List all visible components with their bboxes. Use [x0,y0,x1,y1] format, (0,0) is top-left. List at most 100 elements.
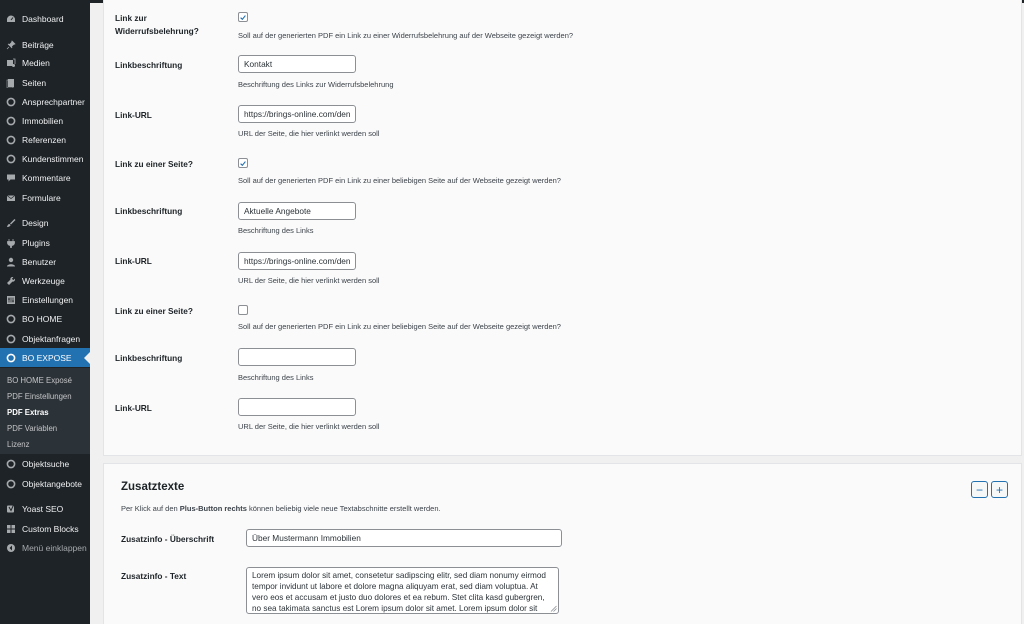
link-seite-3-desc: Soll auf der generierten PDF ein Link zu… [238,322,561,331]
comment-icon [5,172,16,183]
sidebar-item-label: Referenzen [22,134,66,145]
submenu-lizenz[interactable]: Lizenz [7,440,30,449]
sidebar-item-referenzen[interactable]: Referenzen [0,130,90,149]
submenu-bo-home-expose[interactable]: BO HOME Exposé [7,376,72,385]
sidebar-item-immobilien[interactable]: Immobilien [0,111,90,130]
link-url-3-desc: URL der Seite, die hier verlinkt werden … [238,422,380,431]
sidebar-item-custom-blocks[interactable]: Custom Blocks [0,519,90,538]
sidebar-item-label: Kommentare [22,172,71,183]
media-icon [5,57,16,68]
sidebar-item-label: Custom Blocks [22,523,79,534]
sidebar-item-yoast-seo[interactable]: Yoast SEO [0,499,90,518]
linkbeschriftung-3-desc: Beschriftung des Links [238,373,314,382]
circle-icon [5,333,16,344]
linkbeschriftung-1-input[interactable]: Kontakt [238,55,356,73]
linkbeschriftung-2-desc: Beschriftung des Links [238,226,314,235]
sidebar-item-label: Yoast SEO [22,503,64,514]
plugin-icon [5,237,16,248]
yoast-icon [5,503,16,514]
circle-icon [5,115,16,126]
remove-section-button[interactable]: − [971,481,988,498]
link-url-1-input[interactable]: https://brings-online.com/den [238,105,356,123]
linkbeschriftung-2-label: Linkbeschriftung [115,206,183,216]
resize-handle-icon[interactable] [550,605,557,612]
checkmark-icon [240,14,246,20]
linkbeschriftung-3-input[interactable] [238,348,356,366]
sidebar-item-formulare[interactable]: Formulare [0,188,90,207]
sidebar-item-bo-expose[interactable]: BO EXPOSE [0,348,90,367]
link-widerruf-label: Link zur Widerrufsbelehrung? [115,13,199,36]
sidebar-item-ansprechpartner[interactable]: Ansprechpartner [0,92,90,111]
link-url-2-input[interactable]: https://brings-online.com/den [238,252,356,270]
link-widerruf-checkbox[interactable] [238,12,248,22]
linkbeschriftung-2-input[interactable]: Aktuelle Angebote [238,202,356,220]
sidebar-item-label: Beiträge [22,39,54,50]
zusatzinfo-text-textarea[interactable]: Lorem ipsum dolor sit amet, consetetur s… [246,567,559,614]
circle-icon [5,134,16,145]
sidebar-item-dashboard[interactable]: Dashboard [0,9,90,28]
circle-icon [5,313,16,324]
circle-icon [5,458,16,469]
linkbeschriftung-1-desc: Beschriftung des Links zur Widerrufsbele… [238,80,394,89]
sidebar-item-label: Kundenstimmen [22,153,84,164]
sidebar-item-plugins[interactable]: Plugins [0,233,90,252]
sidebar-item-label: BO HOME [22,313,63,324]
submenu-pdf-variablen[interactable]: PDF Variablen [7,424,57,433]
link-seite-2-desc: Soll auf der generierten PDF ein Link zu… [238,176,561,185]
add-section-button[interactable]: + [991,481,1008,498]
link-url-3-input[interactable] [238,398,356,416]
sidebar-item-label: Immobilien [22,115,64,126]
link-url-3-label: Link-URL [115,403,152,413]
sidebar-item-label: Design [22,217,49,228]
sidebar-item-objektsuche[interactable]: Objektsuche [0,454,90,473]
zusatzinfo-ueberschrift-label: Zusatzinfo - Überschrift [121,534,215,544]
sidebar-item-label: Plugins [22,237,50,248]
zusatzinfo-text-content: Lorem ipsum dolor sit amet, consetetur s… [252,571,546,613]
sidebar-item-label: Werkzeuge [22,275,65,286]
sidebar-item-kundenstimmen[interactable]: Kundenstimmen [0,149,90,168]
sidebar-item-bo-home[interactable]: BO HOME [0,309,90,328]
sidebar-item-label: Menü einklappen [22,542,87,553]
sidebar-item-label: Einstellungen [22,294,74,305]
admin-sidebar: Dashboard Beiträge Medien Seiten Ansprechpar… [0,0,90,624]
linkbeschriftung-3-label: Linkbeschriftung [115,353,183,363]
sidebar-item-medien[interactable]: Medien [0,53,90,72]
sidebar-item-einstellungen[interactable]: Einstellungen [0,290,90,309]
link-seite-2-checkbox[interactable] [238,158,248,168]
circle-icon [5,478,16,489]
user-icon [5,256,16,267]
sidebar-item-seiten[interactable]: Seiten [0,73,90,92]
sidebar-item-design[interactable]: Design [0,213,90,232]
zusatzinfo-ueberschrift-input[interactable]: Über Mustermann Immobilien [246,529,562,547]
zusatztexte-panel [103,463,1022,624]
circle-icon [5,153,16,164]
sidebar-item-benutzer[interactable]: Benutzer [0,252,90,271]
sidebar-item-beiträge[interactable]: Beiträge [0,35,90,54]
link-url-2-label: Link-URL [115,256,152,266]
sidebar-item-objektangebote[interactable]: Objektangebote [0,474,90,493]
sidebar-item-kommentare[interactable]: Kommentare [0,168,90,187]
dashboard-icon [5,13,16,24]
sidebar-item-label: Objektsuche [22,458,70,469]
brush-icon [5,217,16,228]
circle-icon [5,96,16,107]
blocks-icon [5,523,16,534]
link-seite-3-checkbox[interactable] [238,305,248,315]
link-widerruf-desc: Soll auf der generierten PDF ein Link zu… [238,31,574,40]
submenu-pdf-extras[interactable]: PDF Extras [7,408,49,417]
submenu-pdf-einstellungen[interactable]: PDF Einstellungen [7,392,72,401]
sidebar-item-label: Dashboard [22,13,64,24]
circle-icon [5,352,16,363]
bo-expose-submenu: BO HOME Exposé PDF Einstellungen PDF Ext… [0,368,90,454]
sidebar-item-label: Ansprechpartner [22,96,85,107]
zusatztexte-desc: Per Klick auf den Plus-Button rechts kön… [121,504,441,513]
wrench-icon [5,275,16,286]
sidebar-item-objektanfragen[interactable]: Objektanfragen [0,329,90,348]
sidebar-item-menü-einklappen[interactable]: Menü einklappen [0,538,90,557]
link-seite-3-label: Link zu einer Seite? [115,306,193,316]
zusatztexte-title: Zusatztexte [121,481,185,493]
mail-icon [5,192,16,203]
sidebar-item-label: Medien [22,57,50,68]
sidebar-item-werkzeuge[interactable]: Werkzeuge [0,271,90,290]
settings-icon [5,294,16,305]
